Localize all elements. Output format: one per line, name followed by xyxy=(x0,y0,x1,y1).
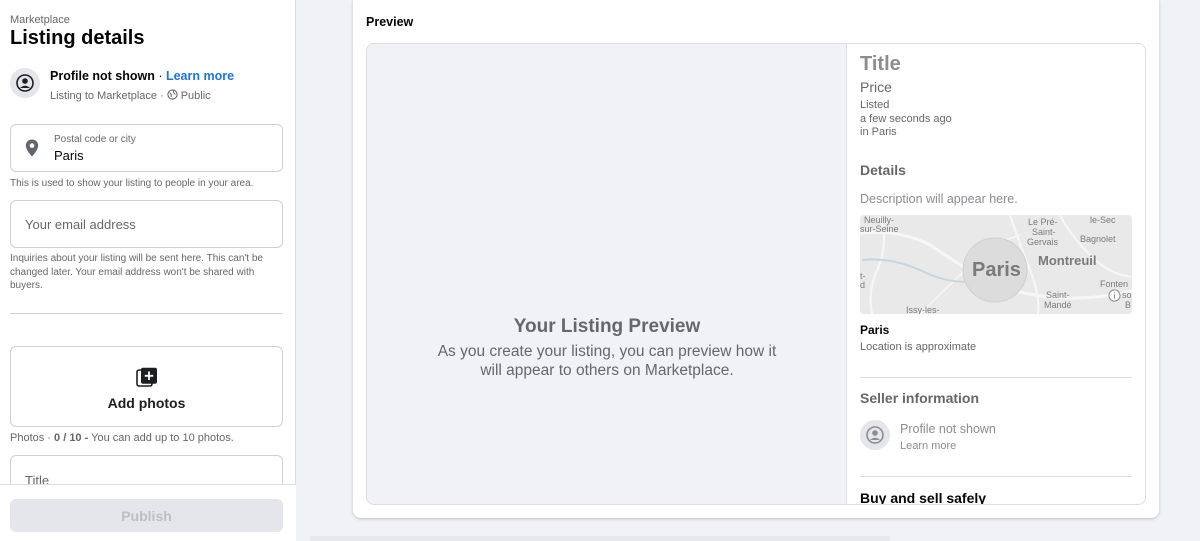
map-label-neuilly2: sur-Seine xyxy=(860,224,899,234)
location-approx-note: Location is approximate xyxy=(860,341,977,353)
preview-empty-title: Your Listing Preview xyxy=(513,316,701,337)
map-label-bagnolet: Bagnolet xyxy=(1080,234,1116,244)
breadcrumb[interactable]: Marketplace xyxy=(10,14,70,26)
photos-count-prefix: Photos · xyxy=(10,432,55,444)
globe-icon xyxy=(167,89,178,103)
info-icon[interactable] xyxy=(1108,289,1121,307)
title-placeholder: Title xyxy=(25,473,50,484)
preview-title: Title xyxy=(860,53,901,75)
location-map[interactable]: Neuilly- sur-Seine Le Pré- Saint- Gervai… xyxy=(860,215,1132,314)
listing-sidebar: Marketplace Listing details Profile not … xyxy=(0,0,296,541)
map-label-montreuil: Montreuil xyxy=(1038,253,1097,268)
section-divider xyxy=(10,313,283,314)
details-heading: Details xyxy=(860,162,906,178)
map-label-paris: Paris xyxy=(972,259,1021,281)
listed-line: Listed xyxy=(860,99,890,111)
add-photos-button[interactable]: Add photos xyxy=(10,346,283,427)
map-label-stmande2: Mandé xyxy=(1044,300,1072,310)
listing-to-label: Listing to Marketplace · xyxy=(50,90,164,102)
map-label-edge-so: so xyxy=(1122,290,1132,300)
sidebar-scroll-area[interactable]: Marketplace Listing details Profile not … xyxy=(0,0,296,484)
page-title: Listing details xyxy=(10,27,145,49)
preview-header: Preview xyxy=(366,15,414,29)
listing-audience: Listing to Marketplace · Public xyxy=(50,89,211,103)
seller-avatar-icon xyxy=(860,420,890,450)
seller-divider xyxy=(860,476,1132,477)
listed-time: a few seconds ago xyxy=(860,112,952,125)
seller-heading: Seller information xyxy=(860,390,980,406)
seller-learn-more-link[interactable]: Learn more xyxy=(900,440,956,452)
bottom-edge-shadow xyxy=(310,536,890,541)
publish-button[interactable]: Publish xyxy=(10,499,283,532)
email-placeholder: Your email address xyxy=(25,217,136,232)
profile-status-line: Profile not shown · Learn more xyxy=(50,69,234,83)
map-label-lepre3: Gervais xyxy=(1027,237,1059,247)
email-hint: Inquiries about your listing will be sen… xyxy=(10,253,263,291)
map-label-edge-b: B xyxy=(1125,300,1132,310)
seller-name: Profile not shown xyxy=(900,422,996,436)
location-field-value[interactable]: Paris xyxy=(54,148,84,163)
add-photo-icon xyxy=(136,367,158,393)
photos-count-value: 0 / 10 - xyxy=(54,432,89,444)
description-placeholder: Description will appear here. xyxy=(860,192,1018,206)
profile-name: Profile not shown xyxy=(50,69,155,83)
map-city: Paris xyxy=(860,323,890,337)
avatar-icon xyxy=(10,68,40,98)
location-field-label: Postal code or city xyxy=(54,134,136,145)
learn-more-link[interactable]: Learn more xyxy=(166,69,234,83)
email-field[interactable]: Your email address xyxy=(10,200,283,248)
preview-listed-info: Listed a few seconds ago in Paris xyxy=(860,99,952,140)
audience-label: Public xyxy=(180,90,211,102)
title-field[interactable]: Title xyxy=(10,455,283,484)
sidebar-footer: Publish xyxy=(0,484,296,541)
preview-empty-subtitle: As you create your listing, you can prev… xyxy=(437,343,777,379)
preview-price: Price xyxy=(860,79,892,95)
location-field[interactable]: Postal code or city Paris xyxy=(10,124,283,172)
location-hint: This is used to show your listing to peo… xyxy=(10,178,254,189)
preview-media-area: Your Listing Preview As you create your … xyxy=(367,44,847,504)
preview-frame: Your Listing Preview As you create your … xyxy=(366,43,1146,505)
map-label-fonten: Fonten xyxy=(1100,279,1129,289)
buy-sell-safely-heading: Buy and sell safely xyxy=(860,490,987,505)
map-label-lepre: Le Pré- xyxy=(1028,217,1058,227)
map-label-stmande: Saint- xyxy=(1046,290,1070,300)
photos-count: Photos · 0 / 10 - You can add up to 10 p… xyxy=(10,432,234,444)
map-label-lesec: le-Sec xyxy=(1090,215,1116,225)
preview-details-panel[interactable]: Title Price Listed a few seconds ago in … xyxy=(847,44,1145,505)
add-photos-label: Add photos xyxy=(107,395,186,411)
preview-card: Preview Your Listing Preview As you crea… xyxy=(353,0,1159,518)
listed-location: in Paris xyxy=(860,126,897,138)
location-pin-icon xyxy=(25,139,39,162)
profile-separator: · xyxy=(154,69,166,83)
map-label-issy: Issy-les- xyxy=(906,305,940,314)
map-label-edge-d: d xyxy=(860,280,866,290)
profile-row: Profile not shown · Learn more Listing t… xyxy=(10,66,286,106)
photos-count-suffix: You can add up to 10 photos. xyxy=(88,432,234,444)
details-divider xyxy=(860,377,1132,378)
map-label-lepre2: Saint- xyxy=(1032,227,1056,237)
